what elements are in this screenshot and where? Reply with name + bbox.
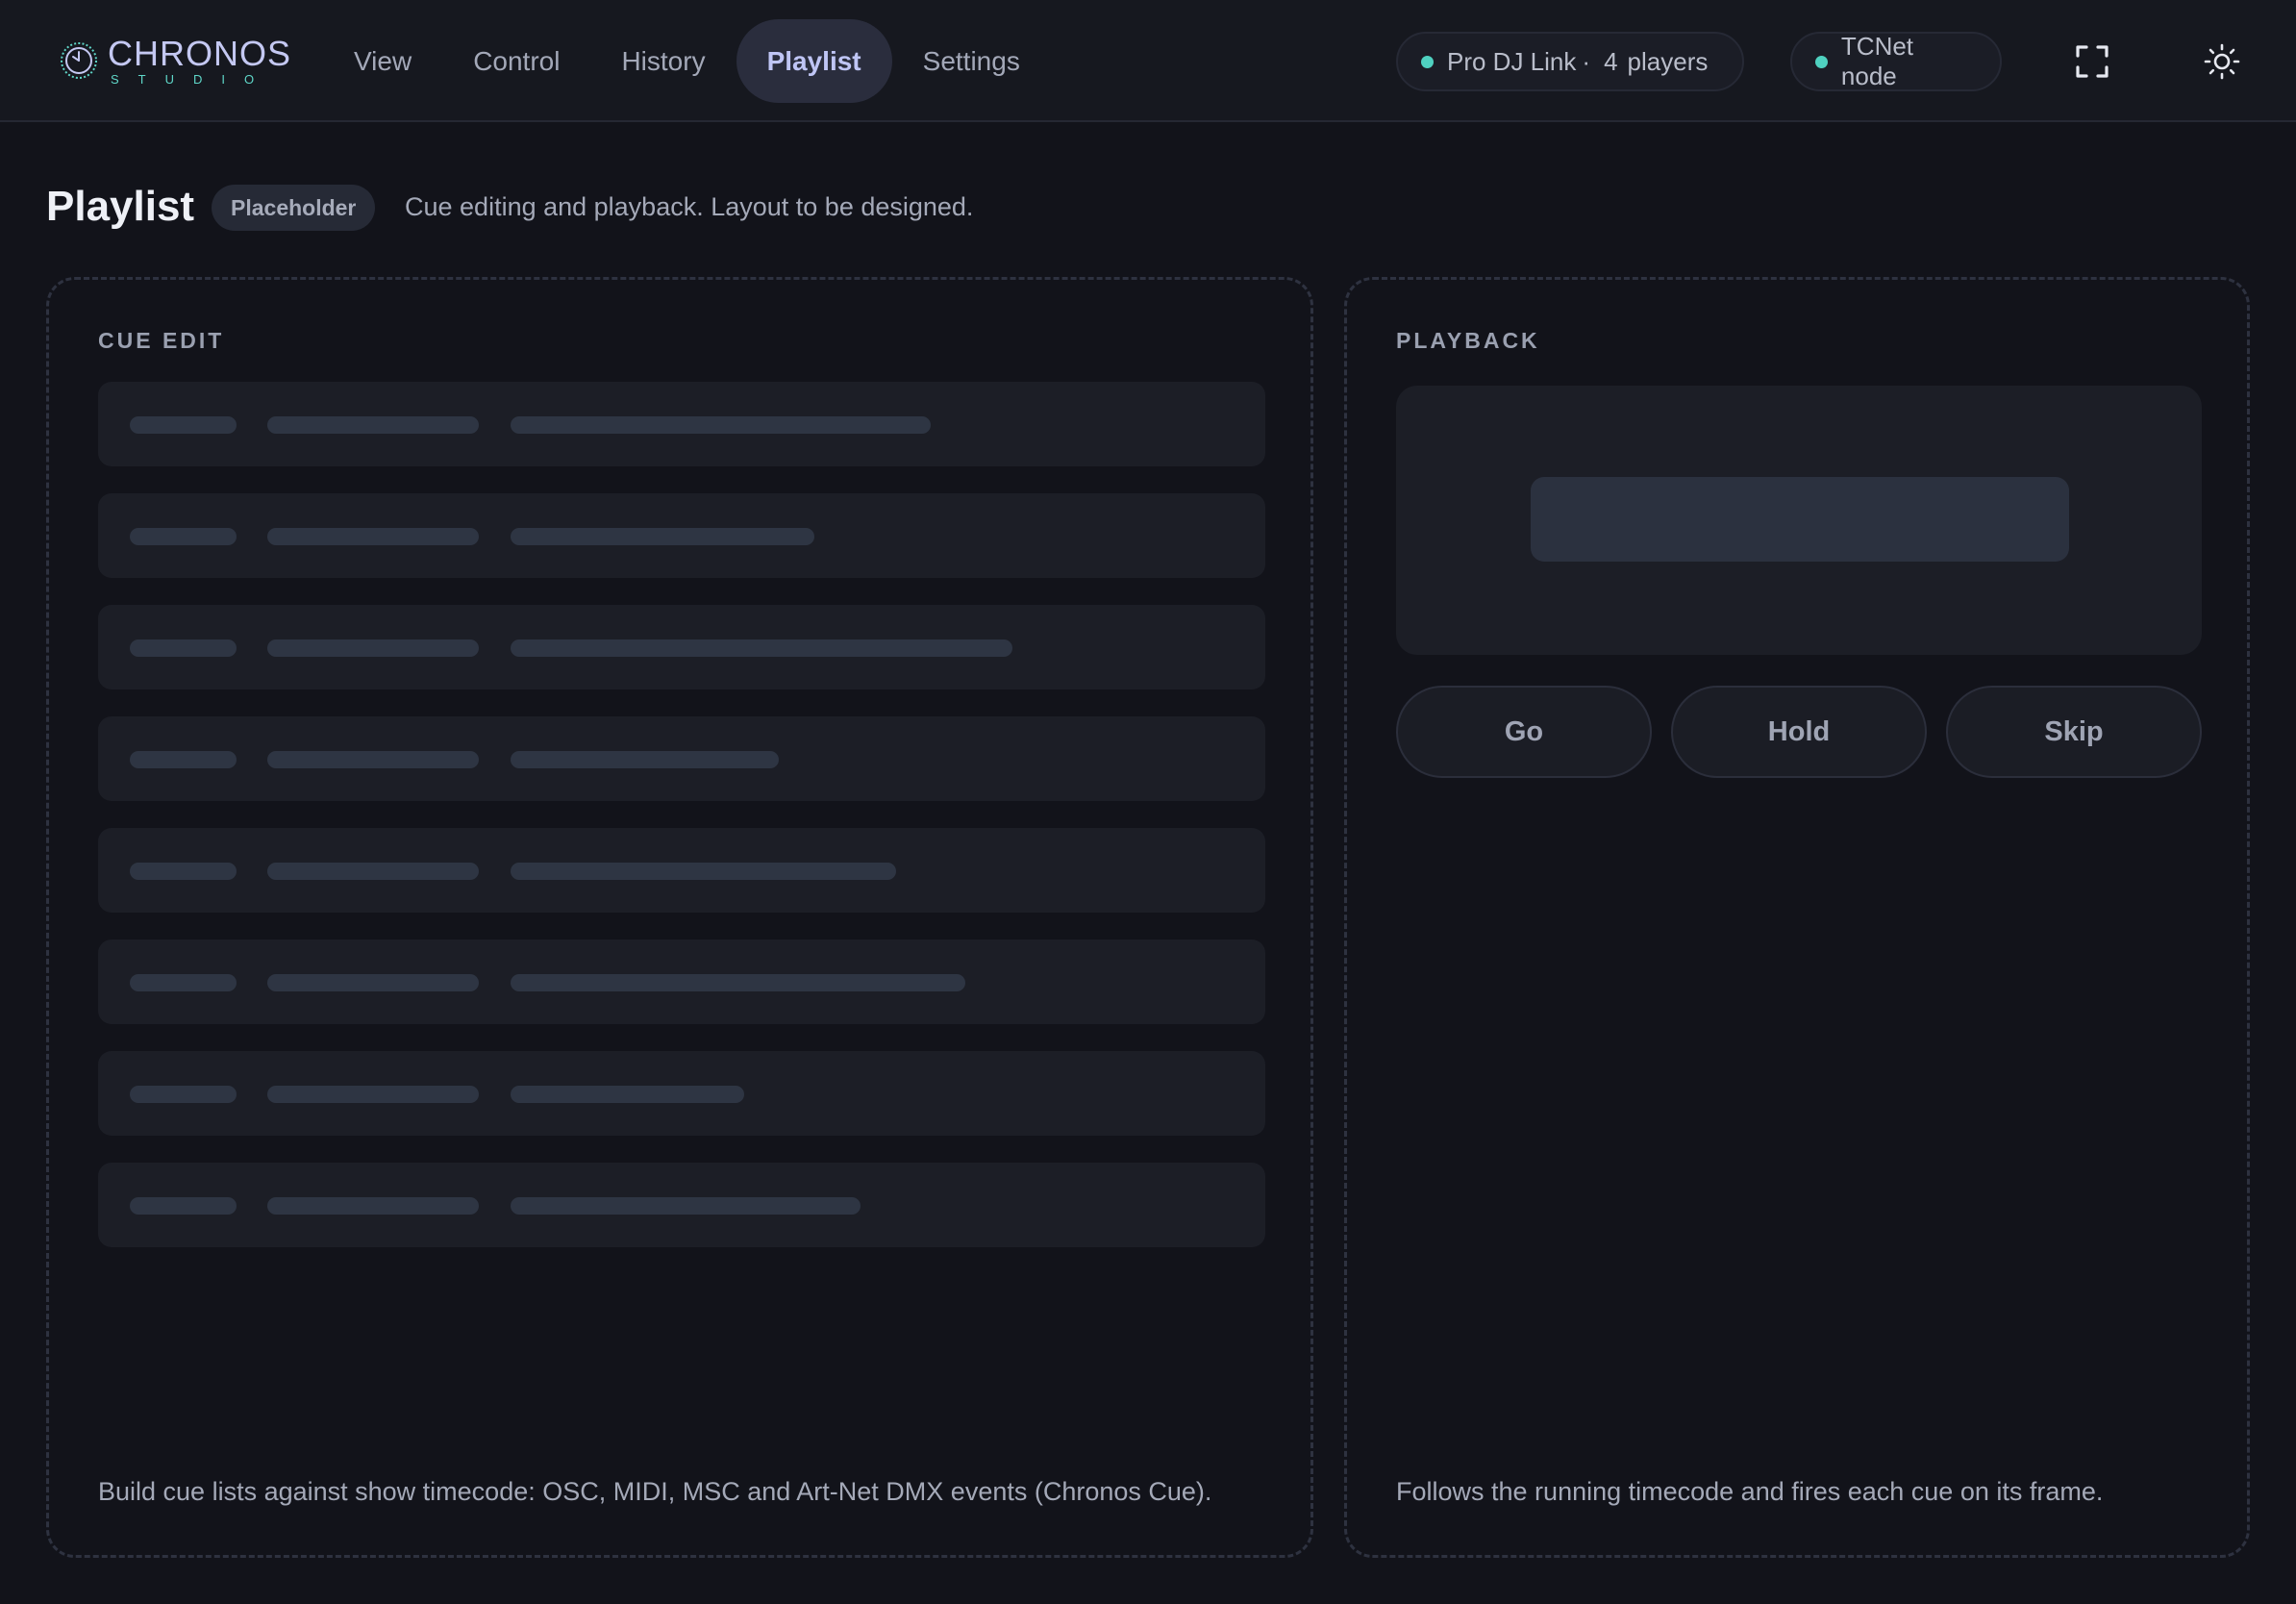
cue-edit-panel: CUE EDIT Build cue lists against show ti…: [46, 277, 1313, 1558]
logo-subtitle: STUDIO: [111, 71, 274, 87]
cue-row-placeholder[interactable]: [98, 716, 1265, 801]
fullscreen-icon: [2076, 45, 2109, 78]
playback-panel: PLAYBACK Go Hold Skip Follows the runnin…: [1344, 277, 2250, 1558]
skeleton-bar: [267, 1197, 479, 1215]
skeleton-bar: [130, 1197, 237, 1215]
nav-view[interactable]: View: [323, 19, 442, 103]
skeleton-bar: [267, 974, 479, 991]
skeleton-bar: [267, 751, 479, 768]
cue-row-placeholder[interactable]: [98, 940, 1265, 1024]
cue-list: [98, 382, 1265, 1274]
status-dot-icon: [1815, 55, 1828, 68]
nav-playlist[interactable]: Playlist: [736, 19, 892, 103]
skeleton-bar: [511, 1197, 861, 1215]
go-button[interactable]: Go: [1396, 686, 1652, 778]
player-count: 4: [1604, 46, 1618, 76]
skeleton-bar: [511, 863, 896, 880]
hold-button[interactable]: Hold: [1671, 686, 1927, 778]
nav-control[interactable]: Control: [442, 19, 590, 103]
djlink-label: Pro DJ Link: [1447, 46, 1577, 76]
cue-row-placeholder[interactable]: [98, 493, 1265, 578]
skeleton-bar: [130, 863, 237, 880]
page-title: Playlist: [46, 183, 195, 230]
cue-row-placeholder[interactable]: [98, 382, 1265, 466]
cue-row-placeholder[interactable]: [98, 1163, 1265, 1247]
fullscreen-button[interactable]: [2070, 39, 2114, 84]
skeleton-bar: [511, 751, 779, 768]
clock-logo-icon: [61, 42, 97, 79]
cue-row-placeholder[interactable]: [98, 605, 1265, 689]
page-subtitle: Cue editing and playback. Layout to be d…: [405, 192, 974, 221]
tcnet-status[interactable]: TCNet node: [1790, 32, 2002, 91]
skeleton-bar: [130, 416, 237, 434]
cue-row-placeholder[interactable]: [98, 1051, 1265, 1136]
skeleton-bar: [130, 528, 237, 545]
skeleton-bar: [511, 974, 965, 991]
cue-edit-description: Build cue lists against show timecode: O…: [98, 1477, 1212, 1506]
nav-settings[interactable]: Settings: [892, 19, 1051, 103]
skeleton-bar: [130, 751, 237, 768]
tcnet-label: TCNet node: [1840, 32, 1914, 90]
top-bar: CHRONOS STUDIO View Control History Play…: [0, 0, 2296, 122]
skeleton-bar: [130, 639, 237, 657]
playback-heading: PLAYBACK: [1396, 328, 1540, 353]
skeleton-bar: [130, 1086, 237, 1103]
cue-row-placeholder[interactable]: [98, 828, 1265, 913]
skeleton-bar: [511, 639, 1012, 657]
logo-wordmark: CHRONOS: [108, 33, 292, 73]
timecode-placeholder: [1531, 477, 2069, 562]
skeleton-bar: [267, 1086, 479, 1103]
status-dot-icon: [1421, 55, 1434, 68]
skeleton-bar: [267, 528, 479, 545]
playback-display: [1396, 386, 2202, 655]
main-nav: View Control History Playlist Settings: [323, 19, 1051, 103]
skip-button[interactable]: Skip: [1946, 686, 2202, 778]
skeleton-bar: [267, 639, 479, 657]
skeleton-bar: [511, 1086, 744, 1103]
cue-edit-heading: CUE EDIT: [98, 328, 225, 353]
skeleton-bar: [511, 528, 814, 545]
app-logo[interactable]: CHRONOS STUDIO: [58, 33, 292, 87]
pro-dj-link-status[interactable]: Pro DJ Link · 4 players: [1396, 32, 1744, 91]
theme-toggle-button[interactable]: [2200, 39, 2244, 84]
skeleton-bar: [130, 974, 237, 991]
skeleton-bar: [511, 416, 931, 434]
skeleton-bar: [267, 863, 479, 880]
sun-icon: [2204, 43, 2240, 80]
djlink-separator: ·: [1582, 46, 1591, 76]
nav-history[interactable]: History: [590, 19, 736, 103]
player-unit: players: [1627, 46, 1709, 76]
playback-controls: Go Hold Skip: [1396, 686, 2202, 778]
placeholder-badge: Placeholder: [212, 185, 376, 231]
playback-description: Follows the running timecode and fires e…: [1396, 1477, 2104, 1506]
skeleton-bar: [267, 416, 479, 434]
